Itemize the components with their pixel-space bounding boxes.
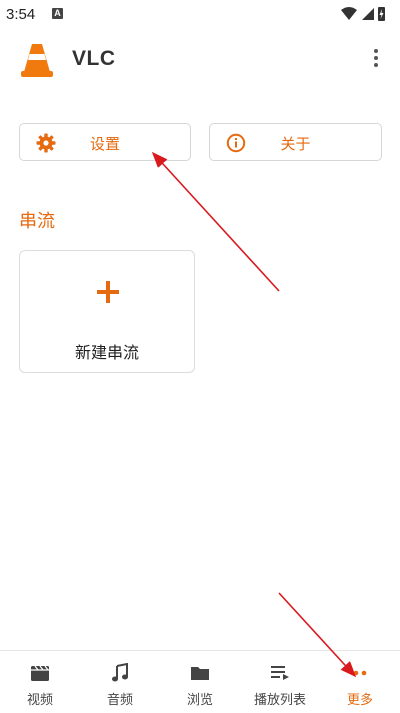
- notification-badge: A: [52, 8, 63, 19]
- nav-label-browse: 浏览: [186, 693, 213, 708]
- nav-item-playlists[interactable]: 播放列表: [240, 651, 320, 713]
- nav-item-audio[interactable]: 音频: [80, 651, 160, 713]
- nav-label-playlists: 播放列表: [253, 693, 306, 708]
- battery-icon: [378, 7, 385, 21]
- folder-icon: [190, 663, 210, 683]
- nav-item-video[interactable]: 视频: [0, 651, 80, 713]
- status-icons: [340, 5, 386, 23]
- about-button[interactable]: 关于: [209, 123, 382, 161]
- nav-item-browse[interactable]: 浏览: [160, 651, 240, 713]
- signal-icon: [362, 8, 374, 20]
- status-time: 3:54: [6, 6, 36, 23]
- playlist-icon: [270, 663, 290, 683]
- status-bar: 3:54 A: [0, 0, 400, 28]
- about-button-label: 关于: [280, 135, 311, 153]
- plus-icon: [96, 280, 120, 304]
- settings-button[interactable]: 设置: [19, 123, 191, 161]
- wifi-icon: [341, 7, 357, 20]
- vlc-logo-icon: [20, 42, 54, 78]
- app-title: VLC: [72, 47, 116, 70]
- nav-label-audio: 音频: [106, 693, 133, 708]
- overflow-menu-icon[interactable]: [368, 46, 384, 72]
- new-stream-label: 新建串流: [74, 343, 139, 362]
- app-bar: VLC: [0, 28, 400, 92]
- bottom-nav: 视频 音频 浏览 播放列表 更多: [0, 650, 400, 712]
- nav-label-video: 视频: [26, 693, 53, 708]
- nav-item-more[interactable]: 更多: [320, 651, 400, 713]
- stream-section-title: 串流: [19, 211, 55, 232]
- settings-button-label: 设置: [89, 135, 120, 153]
- more-dots-icon: [350, 663, 370, 683]
- nav-label-more: 更多: [346, 693, 373, 708]
- new-stream-card[interactable]: 新建串流: [19, 250, 195, 373]
- video-icon: [30, 663, 50, 683]
- music-note-icon: [110, 662, 130, 683]
